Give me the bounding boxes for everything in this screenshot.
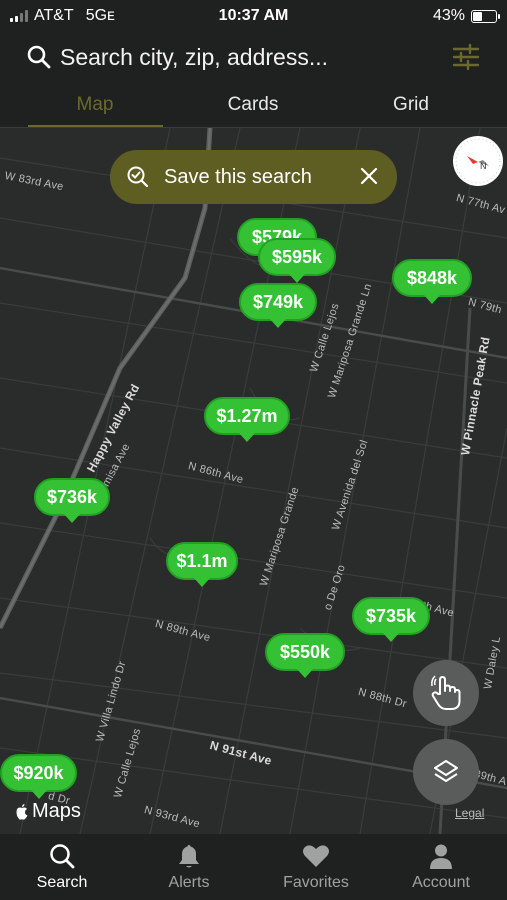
legal-link[interactable]: Legal	[455, 806, 484, 820]
status-bar: AT&T 5Gᴇ 10:37 AM 43%	[0, 0, 507, 32]
map-layers-button[interactable]	[413, 739, 479, 805]
heart-icon	[303, 845, 329, 867]
maps-attribution: Maps	[14, 800, 81, 823]
tab-cards[interactable]: Cards	[183, 94, 323, 116]
compass-icon: N	[455, 138, 501, 184]
nav-account-label: Account	[412, 874, 470, 891]
save-search-label: Save this search	[164, 165, 312, 188]
hand-pointer-icon	[431, 675, 461, 710]
nav-alerts-label: Alerts	[168, 874, 210, 891]
status-right: 43%	[432, 7, 500, 25]
price-pin[interactable]: $749k	[239, 283, 317, 328]
bell-icon	[179, 845, 199, 868]
tab-grid[interactable]: Grid	[341, 94, 481, 116]
save-search-button[interactable]: Save this search	[110, 150, 397, 204]
bottom-nav: Search Alerts Favorites Account	[0, 834, 507, 900]
clock: 10:37 AM	[218, 7, 289, 24]
check-circle-icon	[127, 166, 149, 188]
layers-icon	[434, 760, 458, 782]
price-pin[interactable]: $736k	[32, 477, 110, 523]
view-tabs: Map Cards Grid	[0, 86, 507, 128]
map-view[interactable]: W 83rd Ave Happy Valley Rd misa Ave N 86…	[0, 128, 507, 834]
search-icon	[50, 844, 75, 869]
active-tab-indicator	[28, 125, 163, 127]
price-pin[interactable]: $595k	[258, 238, 336, 283]
close-icon[interactable]	[357, 164, 381, 188]
tab-map[interactable]: Map	[25, 94, 165, 116]
compass-button[interactable]: N	[453, 136, 503, 186]
search-input[interactable]: Search city, zip, address...	[60, 44, 328, 71]
nav-favorites-label: Favorites	[283, 874, 349, 891]
search-bar[interactable]: Search city, zip, address...	[0, 32, 507, 86]
price-pin[interactable]: $550k	[265, 633, 345, 678]
battery-percent: 43%	[432, 7, 465, 24]
svg-text:N: N	[480, 161, 487, 171]
nav-search-label: Search	[36, 874, 88, 891]
nav-alerts[interactable]: Alerts	[134, 842, 244, 892]
price-pin[interactable]: $920k	[0, 754, 77, 799]
person-icon	[430, 844, 452, 869]
maps-brand-label: Maps	[32, 800, 81, 822]
search-icon	[27, 45, 51, 69]
price-pin[interactable]: $848k	[392, 259, 472, 304]
filter-sliders-icon[interactable]	[451, 42, 481, 72]
nav-favorites[interactable]: Favorites	[261, 842, 371, 892]
battery-icon	[471, 9, 500, 23]
apple-logo-icon	[16, 803, 28, 820]
price-pin[interactable]: $1.27m	[204, 397, 290, 442]
draw-search-button[interactable]	[413, 660, 479, 726]
price-pin[interactable]: $735k	[352, 597, 430, 642]
price-pin[interactable]: $1.1m	[166, 542, 238, 587]
nav-account[interactable]: Account	[386, 842, 496, 892]
nav-search[interactable]: Search	[7, 842, 117, 892]
